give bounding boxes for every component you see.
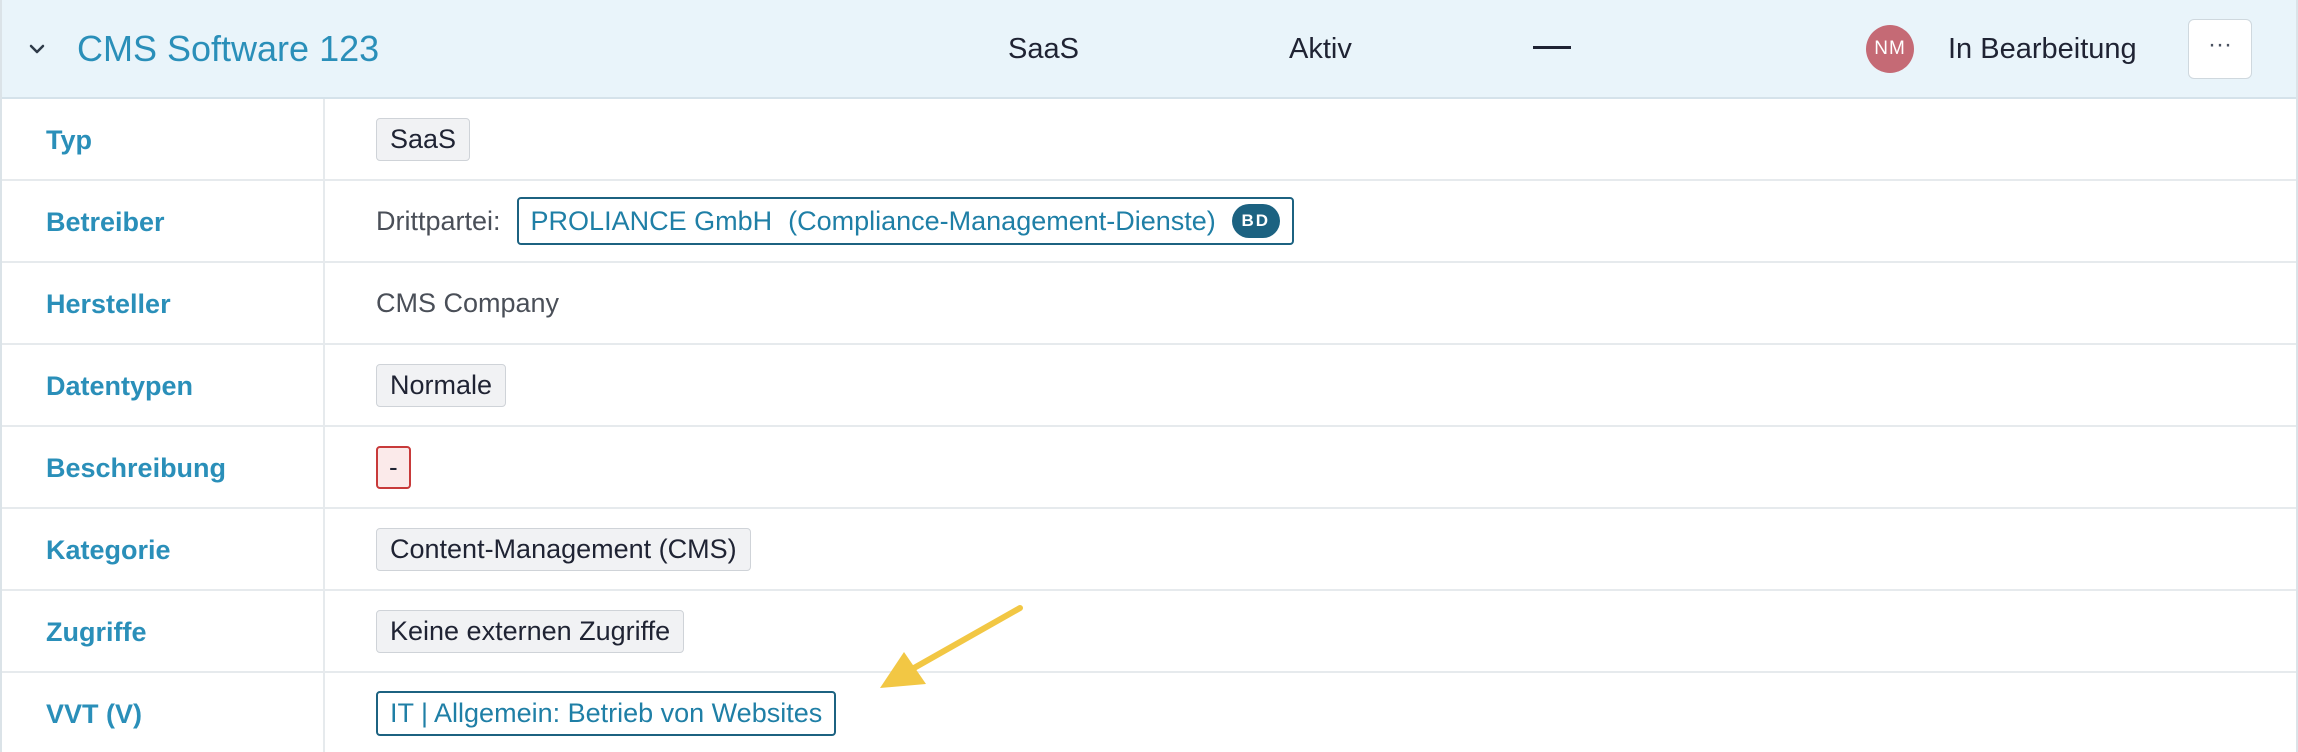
record-title[interactable]: CMS Software 123 (77, 28, 379, 70)
record-panel: CMS Software 123 SaaS Aktiv NM In Bearbe… (0, 0, 2298, 752)
avatar[interactable]: NM (1866, 25, 1914, 73)
value-cell: CMS Company (376, 263, 559, 343)
row-label: Betreiber (46, 207, 165, 237)
detail-row-datentypen: Datentypen Normale (2, 345, 2296, 427)
value-cell: IT | Allgemein: Betrieb von Websites (376, 673, 837, 752)
vvt-link[interactable]: IT | Allgemein: Betrieb von Websites (376, 690, 837, 736)
value-cell: SaaS (376, 99, 471, 179)
row-label: Hersteller (46, 289, 171, 319)
more-options-button[interactable]: ··· (2188, 19, 2252, 79)
row-label: Kategorie (46, 535, 171, 565)
header-status: Aktiv (1289, 33, 1352, 65)
label-cell: Betreiber (2, 181, 325, 261)
label-cell: Zugriffe (2, 591, 325, 671)
detail-row-hersteller: Hersteller CMS Company (2, 263, 2296, 345)
detail-row-beschreibung: Beschreibung - (2, 427, 2296, 509)
operator-name: PROLIANCE GmbH (530, 205, 773, 236)
row-label: Beschreibung (46, 453, 227, 483)
category-tag: Content-Management (CMS) (376, 527, 751, 571)
chevron-down-icon[interactable] (24, 36, 50, 62)
detail-row-typ: Typ SaaS (2, 99, 2296, 181)
label-cell: Hersteller (2, 263, 325, 343)
row-label: Zugriffe (46, 617, 147, 647)
label-cell: VVT (V) (2, 673, 325, 752)
detail-row-vvt: VVT (V) IT | Allgemein: Betrieb von Webs… (2, 673, 2296, 752)
value-cell: Normale (376, 345, 507, 425)
manufacturer-value: CMS Company (376, 287, 560, 318)
more-horizontal-icon: ··· (2208, 31, 2232, 58)
data-type-tag: Normale (376, 363, 507, 407)
value-cell: Drittpartei: PROLIANCE GmbH (Compliance-… (376, 181, 1294, 261)
operator-prefix: Drittpartei: (376, 205, 501, 236)
record-header[interactable]: CMS Software 123 SaaS Aktiv NM In Bearbe… (2, 0, 2296, 99)
label-cell: Typ (2, 99, 325, 179)
type-tag: SaaS (376, 117, 471, 161)
detail-row-betreiber: Betreiber Drittpartei: PROLIANCE GmbH (C… (2, 181, 2296, 263)
detail-row-zugriffe: Zugriffe Keine externen Zugriffe (2, 591, 2296, 673)
label-cell: Beschreibung (2, 427, 325, 507)
operator-badge: BD (1231, 204, 1280, 238)
value-cell: Content-Management (CMS) (376, 509, 751, 589)
access-tag: Keine externen Zugriffe (376, 609, 685, 653)
value-cell: - (376, 427, 411, 507)
header-empty-dash (1533, 46, 1571, 49)
operator-link[interactable]: PROLIANCE GmbH (Compliance-Management-Di… (516, 197, 1294, 245)
operator-service: (Compliance-Management-Dienste) (788, 205, 1216, 236)
row-label: VVT (V) (46, 699, 143, 729)
description-empty-tag: - (376, 445, 411, 489)
value-cell: Keine externen Zugriffe (376, 591, 685, 671)
detail-row-kategorie: Kategorie Content-Management (CMS) (2, 509, 2296, 591)
header-type: SaaS (1008, 33, 1079, 65)
workflow-status: In Bearbeitung (1948, 33, 2137, 65)
label-cell: Datentypen (2, 345, 325, 425)
row-label: Datentypen (46, 371, 194, 401)
row-label: Typ (46, 125, 92, 155)
label-cell: Kategorie (2, 509, 325, 589)
